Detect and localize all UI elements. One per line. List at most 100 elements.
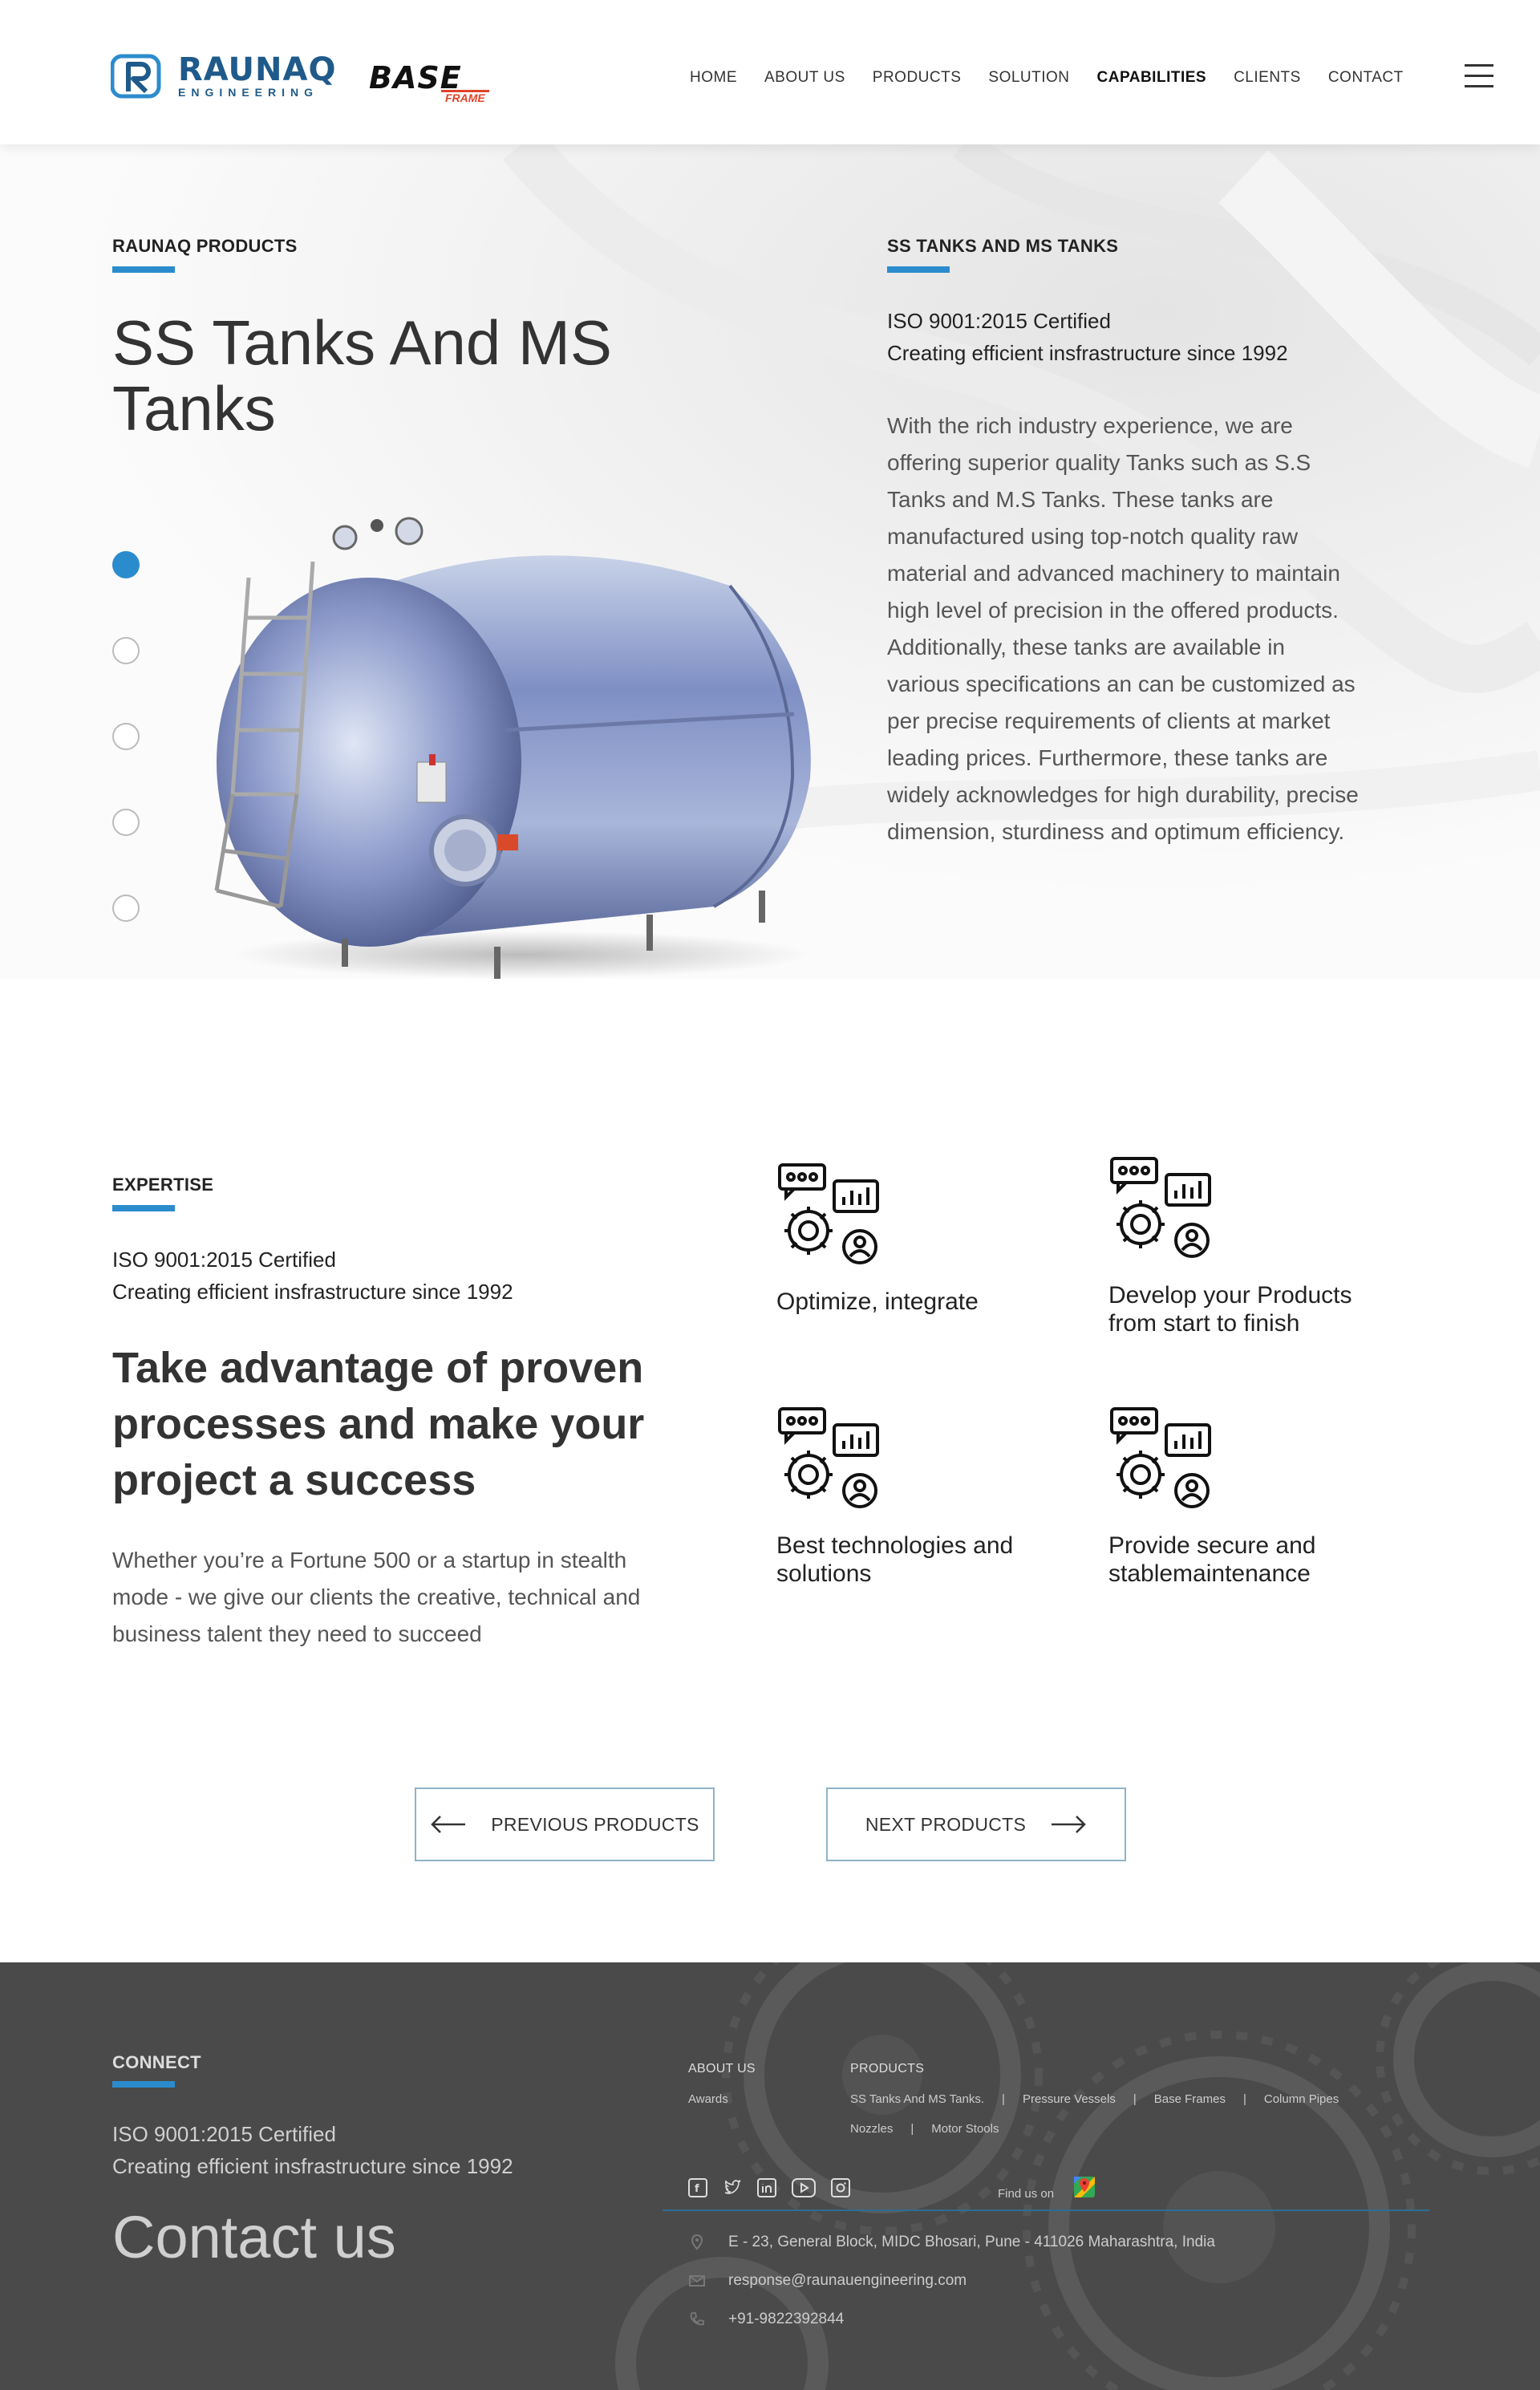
previous-products-label: PREVIOUS PRODUCTS: [491, 1813, 699, 1835]
cert-line-2: Creating efficient insfrastructure since…: [112, 2154, 513, 2178]
expertise-eyebrow-bar: [112, 1205, 175, 1211]
footer-link-ss-tanks[interactable]: SS Tanks And MS Tanks.: [850, 2092, 984, 2106]
process-gears-icon: [778, 1407, 879, 1508]
slider-dot-5[interactable]: [112, 895, 140, 922]
slider-dot-3[interactable]: [112, 723, 140, 750]
address-text: E - 23, General Block, MIDC Bhosari, Pun…: [728, 2234, 1215, 2250]
raunaq-logo[interactable]: RAUNAQ ENGINEERING: [111, 48, 336, 104]
footer-link-pressure-vessels[interactable]: Pressure Vessels: [1023, 2092, 1116, 2106]
main-nav: HOME ABOUT US PRODUCTS SOLUTION CAPABILI…: [690, 69, 1404, 87]
find-us-label: Find us on: [998, 2187, 1055, 2201]
cert-line-1: ISO 9001:2015 Certified: [887, 309, 1111, 333]
instagram-icon[interactable]: [831, 2178, 850, 2197]
facebook-icon[interactable]: f: [688, 2178, 707, 2197]
nav-products[interactable]: PRODUCTS: [873, 69, 962, 87]
slider-dots: [112, 551, 140, 979]
cert-line-1: ISO 9001:2015 Certified: [112, 1248, 336, 1272]
product-eyebrow-bar: [887, 266, 950, 273]
feature-label: Optimize, integrate: [776, 1288, 979, 1315]
arrow-right-icon: [1052, 1816, 1086, 1833]
footer-products-row-1: SS Tanks And MS Tanks. | Pressure Vessel…: [850, 2092, 1339, 2106]
feature-label: Best technologies and solutions: [776, 1532, 1014, 1587]
footer-link-base-frames[interactable]: Base Frames: [1154, 2092, 1226, 2106]
nav-solution[interactable]: SOLUTION: [988, 69, 1069, 87]
expertise-cert: ISO 9001:2015 Certified Creating efficie…: [112, 1244, 513, 1308]
feature-maintenance: Provide secure and stablemaintenance: [1108, 1406, 1373, 1588]
cert-line-2: Creating efficient insfrastructure since…: [887, 341, 1288, 365]
arrow-left-icon: [431, 1816, 466, 1833]
footer-cert: ISO 9001:2015 Certified Creating efficie…: [112, 2118, 513, 2182]
nav-contact[interactable]: CONTACT: [1328, 69, 1404, 87]
product-eyebrow: SS TANKS AND MS TANKS: [887, 236, 1119, 256]
phone-icon: [690, 2312, 704, 2326]
footer-email: response@raunauengineering.com: [688, 2272, 967, 2290]
footer-link-awards[interactable]: Awards: [688, 2092, 756, 2106]
logo-subtitle: ENGINEERING: [178, 86, 319, 99]
separator: |: [1133, 2092, 1137, 2106]
footer-products-column: PRODUCTS SS Tanks And MS Tanks. | Pressu…: [850, 2062, 1339, 2152]
hero-eyebrow-bar: [112, 266, 175, 273]
nav-capabilities[interactable]: CAPABILITIES: [1097, 69, 1207, 87]
google-maps-icon[interactable]: [1073, 2176, 1096, 2198]
cert-line-2: Creating efficient insfrastructure since…: [112, 1280, 513, 1304]
footer-link-column-pipes[interactable]: Column Pipes: [1264, 2092, 1339, 2106]
location-icon: [691, 2234, 703, 2250]
footer-about-column: ABOUT US Awards: [688, 2062, 756, 2106]
previous-products-button[interactable]: PREVIOUS PRODUCTS: [415, 1787, 715, 1861]
footer-about-heading[interactable]: ABOUT US: [688, 2062, 756, 2076]
svg-text:f: f: [695, 2183, 699, 2195]
separator: |: [1002, 2092, 1005, 2106]
feature-technologies: Best technologies and solutions: [776, 1406, 1041, 1588]
product-cert: ISO 9001:2015 Certified Creating efficie…: [887, 305, 1288, 369]
email-link[interactable]: response@raunauengineering.com: [728, 2272, 967, 2290]
social-links: f: [688, 2178, 850, 2197]
footer-divider: [663, 2209, 1429, 2211]
site-header: RAUNAQ ENGINEERING BASE FRAME HOME ABOUT…: [0, 0, 1540, 144]
product-hero: RAUNAQ PRODUCTS SS Tanks And MS Tanks SS…: [0, 144, 1540, 979]
separator: |: [1242, 2092, 1246, 2106]
page-title: SS Tanks And MS Tanks: [112, 307, 612, 444]
mail-icon: [689, 2275, 705, 2287]
expertise-eyebrow: EXPERTISE: [112, 1175, 214, 1195]
youtube-icon[interactable]: [792, 2178, 816, 2197]
feature-develop: Develop your Products from start to fini…: [1108, 1155, 1373, 1337]
expertise-description: Whether you’re a Fortune 500 or a startu…: [112, 1548, 641, 1646]
phone-link[interactable]: +91-9822392844: [728, 2311, 844, 2328]
product-description: With the rich industry experience, we ar…: [887, 413, 1359, 844]
next-products-label: NEXT PRODUCTS: [865, 1813, 1027, 1835]
process-gears-icon: [1110, 1407, 1211, 1508]
footer-eyebrow: CONNECT: [112, 2052, 201, 2072]
slider-dot-1[interactable]: [112, 551, 140, 578]
hamburger-menu-icon[interactable]: [1465, 64, 1493, 88]
footer-address: E - 23, General Block, MIDC Bhosari, Pun…: [688, 2234, 1215, 2251]
footer-eyebrow-bar: [112, 2081, 175, 2088]
linkedin-icon[interactable]: [757, 2178, 776, 2197]
feature-label: Develop your Products from start to fini…: [1108, 1282, 1352, 1337]
footer-phone: +91-9822392844: [688, 2311, 844, 2328]
footer-link-motor-stools[interactable]: Motor Stools: [931, 2122, 999, 2136]
expertise-heading: Take advantage of proven processes and m…: [112, 1344, 645, 1504]
footer-products-row-2: Nozzles | Motor Stools: [850, 2122, 1339, 2136]
twitter-icon[interactable]: [723, 2178, 742, 2197]
cert-line-1: ISO 9001:2015 Certified: [112, 2122, 336, 2146]
process-gears-icon: [1110, 1157, 1211, 1258]
base-frame-logo[interactable]: BASE FRAME: [369, 60, 489, 104]
slider-dot-4[interactable]: [112, 809, 140, 836]
nav-clients[interactable]: CLIENTS: [1234, 69, 1301, 87]
feature-optimize: Optimize, integrate: [776, 1162, 1041, 1316]
base-logo-subtext: FRAME: [445, 91, 485, 104]
logo-name: RAUNAQ: [178, 51, 337, 88]
process-gears-icon: [778, 1163, 879, 1264]
footer-link-nozzles[interactable]: Nozzles: [850, 2122, 893, 2136]
nav-home[interactable]: HOME: [690, 69, 737, 87]
hero-eyebrow: RAUNAQ PRODUCTS: [112, 236, 298, 256]
slider-dot-2[interactable]: [112, 637, 140, 664]
separator: |: [910, 2122, 914, 2136]
footer-products-heading[interactable]: PRODUCTS: [850, 2062, 1339, 2076]
next-products-button[interactable]: NEXT PRODUCTS: [826, 1787, 1126, 1861]
raunaq-logo-icon: [111, 54, 161, 99]
site-footer: CONNECT ISO 9001:2015 Certified Creating…: [0, 1962, 1540, 2390]
tank-product-image: [214, 517, 811, 979]
nav-about-us[interactable]: ABOUT US: [764, 69, 845, 87]
base-logo-text: BASE: [369, 60, 462, 95]
